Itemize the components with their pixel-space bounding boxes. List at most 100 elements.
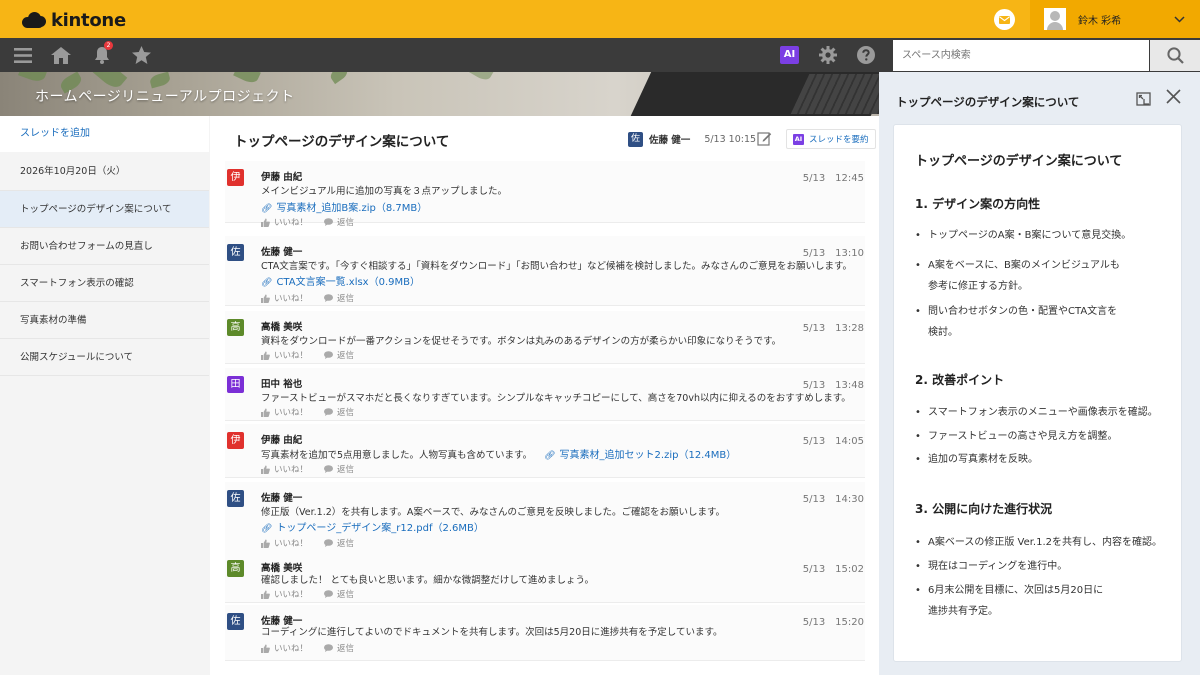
reply-button[interactable]: 返信 xyxy=(324,216,354,228)
attachment-name: 写真素材_追加セット2.zip（12.4MB） xyxy=(559,450,737,461)
comment-body: 修正版（Ver.1.2）を共有します。A案ベースで、みなさんのご意見を反映しまし… xyxy=(261,507,726,518)
summarize-thread-button[interactable]: AI スレッドを要約 xyxy=(786,129,876,149)
summary-section-title: 1. デザイン案の方向性 xyxy=(915,197,1041,211)
comment-body: コーディングに進行してよいのでドキュメントを共有します。次回は5月20日に進捗共… xyxy=(261,627,723,638)
comment-actions: いいね！ 返信 xyxy=(261,406,370,418)
comment-actions: いいね！ 返信 xyxy=(261,642,370,654)
summary-heading: トップページのデザイン案について xyxy=(915,154,1123,169)
bullet-text: 参考に修正する方針。 xyxy=(928,281,1028,292)
bullet-text: 追加の写真素材を反映。 xyxy=(928,454,1038,465)
comment-time: 5/13 14:30 xyxy=(802,494,864,505)
expand-panel-button[interactable] xyxy=(1136,92,1151,109)
space-banner: ホームページリニューアルプロジェクト xyxy=(0,72,879,116)
bullet-text: 問い合わせボタンの色・配置やCTA文言を xyxy=(928,306,1118,317)
user-menu[interactable]: 鈴木 彩希 xyxy=(1030,0,1200,38)
like-button[interactable]: いいね！ xyxy=(261,463,308,475)
comment-actions: いいね！ 返信 xyxy=(261,292,370,304)
comment-item: 伊 伊藤 由紀 5/13 12:45 メインビジュアル用に追加の写真を３点アップ… xyxy=(225,161,865,228)
reply-button[interactable]: 返信 xyxy=(324,537,354,549)
like-button[interactable]: いいね！ xyxy=(261,537,308,549)
reply-label: 返信 xyxy=(337,294,355,304)
home-icon[interactable] xyxy=(49,38,73,72)
like-label: いいね！ xyxy=(274,218,309,228)
summary-panel-title: トップページのデザイン案について xyxy=(896,95,1080,109)
bullet-text: トップページのA案・B案について意見交換。 xyxy=(928,230,1132,241)
comment-item: 佐 佐藤 健一 5/13 15:20 コーディングに進行してよいのでドキュメント… xyxy=(225,605,865,661)
user-name: 鈴木 彩希 xyxy=(1078,15,1122,27)
summary-bullet: • A案ベースの修正版 Ver.1.2を共有し、内容を確認。 xyxy=(915,532,1162,553)
attachment-icon: 🔗︎ xyxy=(261,278,273,288)
attachment-link[interactable]: 🔗︎ 写真素材_追加B案.zip（8.7MB） xyxy=(261,199,427,214)
reply-button[interactable]: 返信 xyxy=(324,642,354,654)
reply-label: 返信 xyxy=(337,351,355,361)
like-button[interactable]: いいね！ xyxy=(261,588,308,600)
bullet-text: A案ベースの修正版 Ver.1.2を共有し、内容を確認。 xyxy=(928,537,1163,548)
help-icon[interactable] xyxy=(854,38,878,72)
menu-icon[interactable] xyxy=(11,38,35,72)
notification-badge: 2 xyxy=(104,41,113,50)
sidebar-item-date[interactable]: 2026年10月20日（火） xyxy=(0,153,209,191)
summary-bullet: • A案をベースに、B案のメインビジュアルも 参考に修正する方針。 xyxy=(915,255,1120,297)
like-button[interactable]: いいね！ xyxy=(261,292,308,304)
reply-button[interactable]: 返信 xyxy=(324,463,354,475)
like-button[interactable]: いいね！ xyxy=(261,216,308,228)
attachment-name: 写真素材_追加B案.zip（8.7MB） xyxy=(276,203,428,214)
ai-assistant-button[interactable]: AI xyxy=(780,46,799,64)
ai-icon: AI xyxy=(793,133,804,145)
thumbs-up-icon xyxy=(261,644,270,653)
sidebar-item-schedule[interactable]: 公開スケジュールについて xyxy=(0,339,209,376)
sidebar-item-photos[interactable]: 写真素材の準備 xyxy=(0,302,209,339)
edit-thread-button[interactable] xyxy=(757,131,772,149)
close-panel-button[interactable] xyxy=(1166,89,1181,108)
attachment-link[interactable]: 🔗︎ 写真素材_追加セット2.zip（12.4MB） xyxy=(544,450,736,461)
attachment-link[interactable]: 🔗︎ トップページ_デザイン案_r12.pdf（2.6MB） xyxy=(261,519,484,534)
comment-time: 5/13 13:48 xyxy=(802,380,864,391)
like-button[interactable]: いいね！ xyxy=(261,406,308,418)
comment-author[interactable]: 佐藤 健一 xyxy=(261,490,302,504)
attachment-icon: 🔗︎ xyxy=(544,451,556,461)
settings-gear-icon[interactable] xyxy=(816,38,840,72)
search-button[interactable] xyxy=(1150,40,1200,71)
thumbs-up-icon xyxy=(261,539,270,548)
mail-icon xyxy=(999,15,1010,24)
like-button[interactable]: いいね！ xyxy=(261,349,308,361)
bullet-text: 現在はコーディングを進行中。 xyxy=(928,561,1068,572)
comment-item: 佐 佐藤 健一 5/13 13:10 CTA文言案です。「今すぐ相談する」「資料… xyxy=(225,236,865,306)
star-icon[interactable] xyxy=(129,38,153,72)
summary-bullet: • 現在はコーディングを進行中。 xyxy=(915,556,1067,577)
like-button[interactable]: いいね！ xyxy=(261,642,308,654)
author-name[interactable]: 佐藤 健一 xyxy=(649,132,690,146)
comment-body: 写真素材を追加で5点用意しました。人物写真も含めています。 🔗︎ 写真素材_追加セッ… xyxy=(261,446,736,461)
reply-button[interactable]: 返信 xyxy=(324,349,354,361)
like-label: いいね！ xyxy=(274,408,309,418)
thumbs-up-icon xyxy=(261,294,270,303)
sidebar-item-design[interactable]: トップページのデザイン案について xyxy=(0,191,209,228)
attachment-link[interactable]: 🔗︎ CTA文言案一覧.xlsx（0.9MB） xyxy=(261,273,420,288)
reply-button[interactable]: 返信 xyxy=(324,292,354,304)
comment-author[interactable]: 伊藤 由紀 xyxy=(261,432,302,446)
reply-label: 返信 xyxy=(337,408,355,418)
kintone-logo[interactable]: kintone xyxy=(22,9,126,31)
reply-button[interactable]: 返信 xyxy=(324,406,354,418)
thumbs-up-icon xyxy=(261,590,270,599)
summary-bullet: • 追加の写真素材を反映。 xyxy=(915,449,1038,470)
bullet-text: スマートフォン表示のメニューや画像表示を確認。 xyxy=(928,407,1158,418)
comment-author[interactable]: 高橋 美咲 xyxy=(261,319,302,333)
sidebar-item-smartphone[interactable]: スマートフォン表示の確認 xyxy=(0,265,209,302)
comment-avatar: 佐 xyxy=(227,613,244,630)
message-button[interactable] xyxy=(994,9,1015,30)
space-search-input[interactable] xyxy=(893,40,1149,71)
comment-author[interactable]: 伊藤 由紀 xyxy=(261,169,302,183)
add-thread-link[interactable]: スレッドを追加 xyxy=(0,116,209,152)
notification-bell-icon[interactable]: 2 xyxy=(90,38,114,72)
avatar xyxy=(1044,8,1066,30)
like-label: いいね！ xyxy=(274,539,309,549)
reply-label: 返信 xyxy=(337,465,355,475)
thread-main: トップページのデザイン案について 佐 佐藤 健一 5/13 10:15 AI ス… xyxy=(210,116,879,675)
reply-button[interactable]: 返信 xyxy=(324,588,354,600)
comment-author[interactable]: 佐藤 健一 xyxy=(261,244,302,258)
cloud-logo-icon xyxy=(22,12,46,28)
comment-author[interactable]: 田中 裕也 xyxy=(261,376,302,390)
comment-actions: いいね！ 返信 xyxy=(261,349,370,361)
sidebar-item-contact-form[interactable]: お問い合わせフォームの見直し xyxy=(0,228,209,265)
